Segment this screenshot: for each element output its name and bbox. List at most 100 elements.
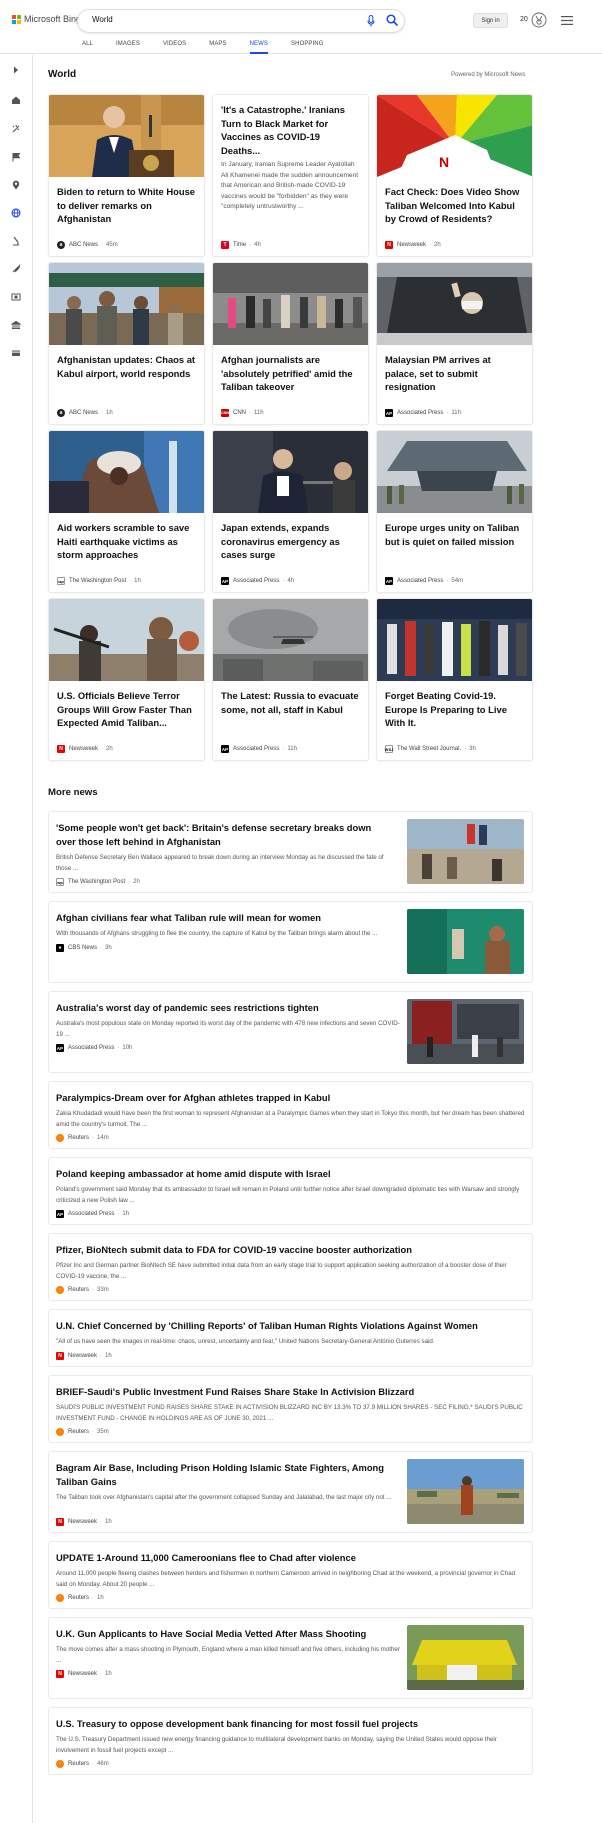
reuters-icon: · (56, 1428, 64, 1436)
list-item-headline[interactable]: Poland keeping ambassador at home amid d… (56, 1167, 526, 1181)
news-image (407, 819, 524, 884)
news-card[interactable]: Forget Beating Covid-19. Europe Is Prepa… (376, 598, 533, 761)
list-item-source: · Reuters · 1h (56, 1594, 104, 1602)
microphone-icon[interactable] (367, 15, 375, 27)
publish-time: 1h (105, 1671, 112, 1677)
tab-all[interactable]: ALL (82, 37, 93, 54)
card-headline[interactable]: Afghanistan updates: Chaos at Kabul airp… (57, 353, 197, 380)
card-headline[interactable]: U.S. Officials Believe Terror Groups Wil… (57, 689, 197, 730)
sign-in-button[interactable]: Sign in (473, 13, 508, 28)
card-headline[interactable]: Japan extends, expands coronavirus emerg… (221, 521, 361, 562)
bank-icon[interactable] (11, 320, 21, 330)
source-name: The Washington Post (69, 578, 127, 584)
card-source: a ABC News · 1h (57, 409, 113, 417)
news-card[interactable]: Afghan journalists are 'absolutely petri… (212, 262, 369, 425)
location-pin-icon[interactable] (11, 180, 21, 190)
list-item-headline[interactable]: Paralympics-Dream over for Afghan athlet… (56, 1091, 526, 1105)
news-card[interactable]: Malaysian PM arrives at palace, set to s… (376, 262, 533, 425)
list-item[interactable]: Afghan civilians fear what Taliban rule … (48, 901, 533, 983)
card-description: In January, Iranian Supreme Leader Ayato… (221, 161, 359, 210)
list-item[interactable]: U.S. Treasury to oppose development bank… (48, 1707, 533, 1775)
card-headline[interactable]: Malaysian PM arrives at palace, set to s… (385, 353, 525, 394)
list-item[interactable]: UPDATE 1-Around 11,000 Cameroonians flee… (48, 1541, 533, 1609)
list-item-description: With thousands of Afghans struggling to … (56, 930, 378, 937)
globe-icon[interactable] (11, 208, 21, 218)
list-item[interactable]: Pfizer, BioNtech submit data to FDA for … (48, 1233, 533, 1301)
list-item[interactable]: U.N. Chief Concerned by 'Chilling Report… (48, 1309, 533, 1367)
card-source: N Newsweek · 2h (57, 745, 113, 753)
list-item[interactable]: Paralympics-Dream over for Afghan athlet… (48, 1081, 533, 1149)
card-headline[interactable]: 'It's a Catastrophe.' Iranians Turn to B… (221, 103, 361, 157)
card-headline[interactable]: Afghan journalists are 'absolutely petri… (221, 353, 361, 394)
news-card[interactable]: The Latest: Russia to evacuate some, not… (212, 598, 369, 761)
list-item-headline[interactable]: Bagram Air Base, Including Prison Holdin… (56, 1461, 396, 1488)
card-headline[interactable]: Forget Beating Covid-19. Europe Is Prepa… (385, 689, 525, 730)
cnn-icon: CNN (220, 409, 230, 417)
ap-icon: AP (385, 577, 393, 585)
news-card[interactable]: Afghanistan updates: Chaos at Kabul airp… (48, 262, 205, 425)
card-headline[interactable]: Aid workers scramble to save Haiti earth… (57, 521, 197, 562)
svg-text:N: N (439, 154, 449, 170)
list-item-description: SAUDI'S PUBLIC INVESTMENT FUND RAISES SH… (56, 1404, 523, 1422)
list-item-headline[interactable]: U.N. Chief Concerned by 'Chilling Report… (56, 1319, 526, 1333)
card-headline[interactable]: Fact Check: Does Video Show Taliban Welc… (385, 185, 525, 226)
source-name: CBS News (68, 945, 98, 951)
list-item-headline[interactable]: Afghan civilians fear what Taliban rule … (56, 911, 396, 925)
list-item-description: British Defense Secretary Ben Wallace ap… (56, 854, 384, 872)
list-item-headline[interactable]: Pfizer, BioNtech submit data to FDA for … (56, 1243, 526, 1257)
film-icon[interactable] (11, 292, 21, 302)
microsoft-logo-icon (12, 14, 21, 24)
list-item[interactable]: 'Some people won't get back': Britain's … (48, 811, 533, 893)
list-item-source: N Newsweek · 1h (56, 1518, 112, 1526)
list-item[interactable]: Bagram Air Base, Including Prison Holdin… (48, 1451, 533, 1533)
tab-videos[interactable]: VIDEOS (163, 37, 186, 54)
chevron-right-icon[interactable] (11, 65, 21, 75)
news-card[interactable]: U.S. Officials Believe Terror Groups Wil… (48, 598, 205, 761)
news-card[interactable]: 'It's a Catastrophe.' Iranians Turn to B… (212, 94, 369, 257)
news-image (407, 1625, 524, 1690)
card-headline[interactable]: The Latest: Russia to evacuate some, not… (221, 689, 361, 716)
search-box[interactable] (78, 10, 404, 32)
search-icon[interactable] (386, 14, 398, 26)
news-card[interactable]: Aid workers scramble to save Haiti earth… (48, 430, 205, 593)
search-input[interactable] (92, 15, 342, 24)
news-image (49, 95, 204, 177)
bing-logo[interactable]: Microsoft Bing (12, 14, 81, 24)
list-item-headline[interactable]: U.S. Treasury to oppose development bank… (56, 1717, 526, 1731)
microscope-icon[interactable] (11, 236, 21, 246)
tab-maps[interactable]: MAPS (209, 37, 226, 54)
source-name: CNN (233, 410, 246, 416)
flag-icon[interactable] (11, 152, 21, 162)
list-item[interactable]: Poland keeping ambassador at home amid d… (48, 1157, 533, 1225)
publish-time: 1h (97, 1595, 104, 1601)
publish-time: 1h (105, 1519, 112, 1525)
list-item[interactable]: U.K. Gun Applicants to Have Social Media… (48, 1617, 533, 1699)
tab-images[interactable]: IMAGES (116, 37, 140, 54)
newsweek-icon: N (57, 745, 65, 753)
list-item-headline[interactable]: Australia's worst day of pandemic sees r… (56, 1001, 396, 1015)
rewards-medal-icon[interactable] (531, 12, 547, 28)
list-item[interactable]: Australia's worst day of pandemic sees r… (48, 991, 533, 1073)
hamburger-menu-icon[interactable] (561, 16, 573, 25)
rocket-icon[interactable] (11, 264, 21, 274)
card-headline[interactable]: Europe urges unity on Taliban but is qui… (385, 521, 525, 548)
list-item-source: · Reuters · 14m (56, 1134, 109, 1142)
list-item-headline[interactable]: BRIEF-Saudi's Public Investment Fund Rai… (56, 1385, 526, 1399)
tab-news[interactable]: NEWS (249, 37, 269, 54)
reward-points[interactable]: 20 (520, 16, 528, 23)
card-headline[interactable]: Biden to return to White House to delive… (57, 185, 197, 226)
card-source: AP Associated Press · 54m (385, 577, 464, 585)
home-icon[interactable] (11, 95, 21, 105)
source-name: Newsweek (68, 1671, 98, 1677)
list-item-headline[interactable]: UPDATE 1-Around 11,000 Cameroonians flee… (56, 1551, 526, 1565)
credit-card-icon[interactable] (11, 348, 21, 358)
list-item-headline[interactable]: U.K. Gun Applicants to Have Social Media… (56, 1627, 396, 1641)
news-card[interactable]: Europe urges unity on Taliban but is qui… (376, 430, 533, 593)
sparkle-icon[interactable] (11, 124, 21, 134)
news-card[interactable]: Japan extends, expands coronavirus emerg… (212, 430, 369, 593)
tab-shopping[interactable]: SHOPPING (291, 37, 323, 54)
news-card[interactable]: Biden to return to White House to delive… (48, 94, 205, 257)
list-item[interactable]: BRIEF-Saudi's Public Investment Fund Rai… (48, 1375, 533, 1443)
news-card[interactable]: N Fact Check: Does Video Show Taliban We… (376, 94, 533, 257)
list-item-headline[interactable]: 'Some people won't get back': Britain's … (56, 821, 386, 848)
